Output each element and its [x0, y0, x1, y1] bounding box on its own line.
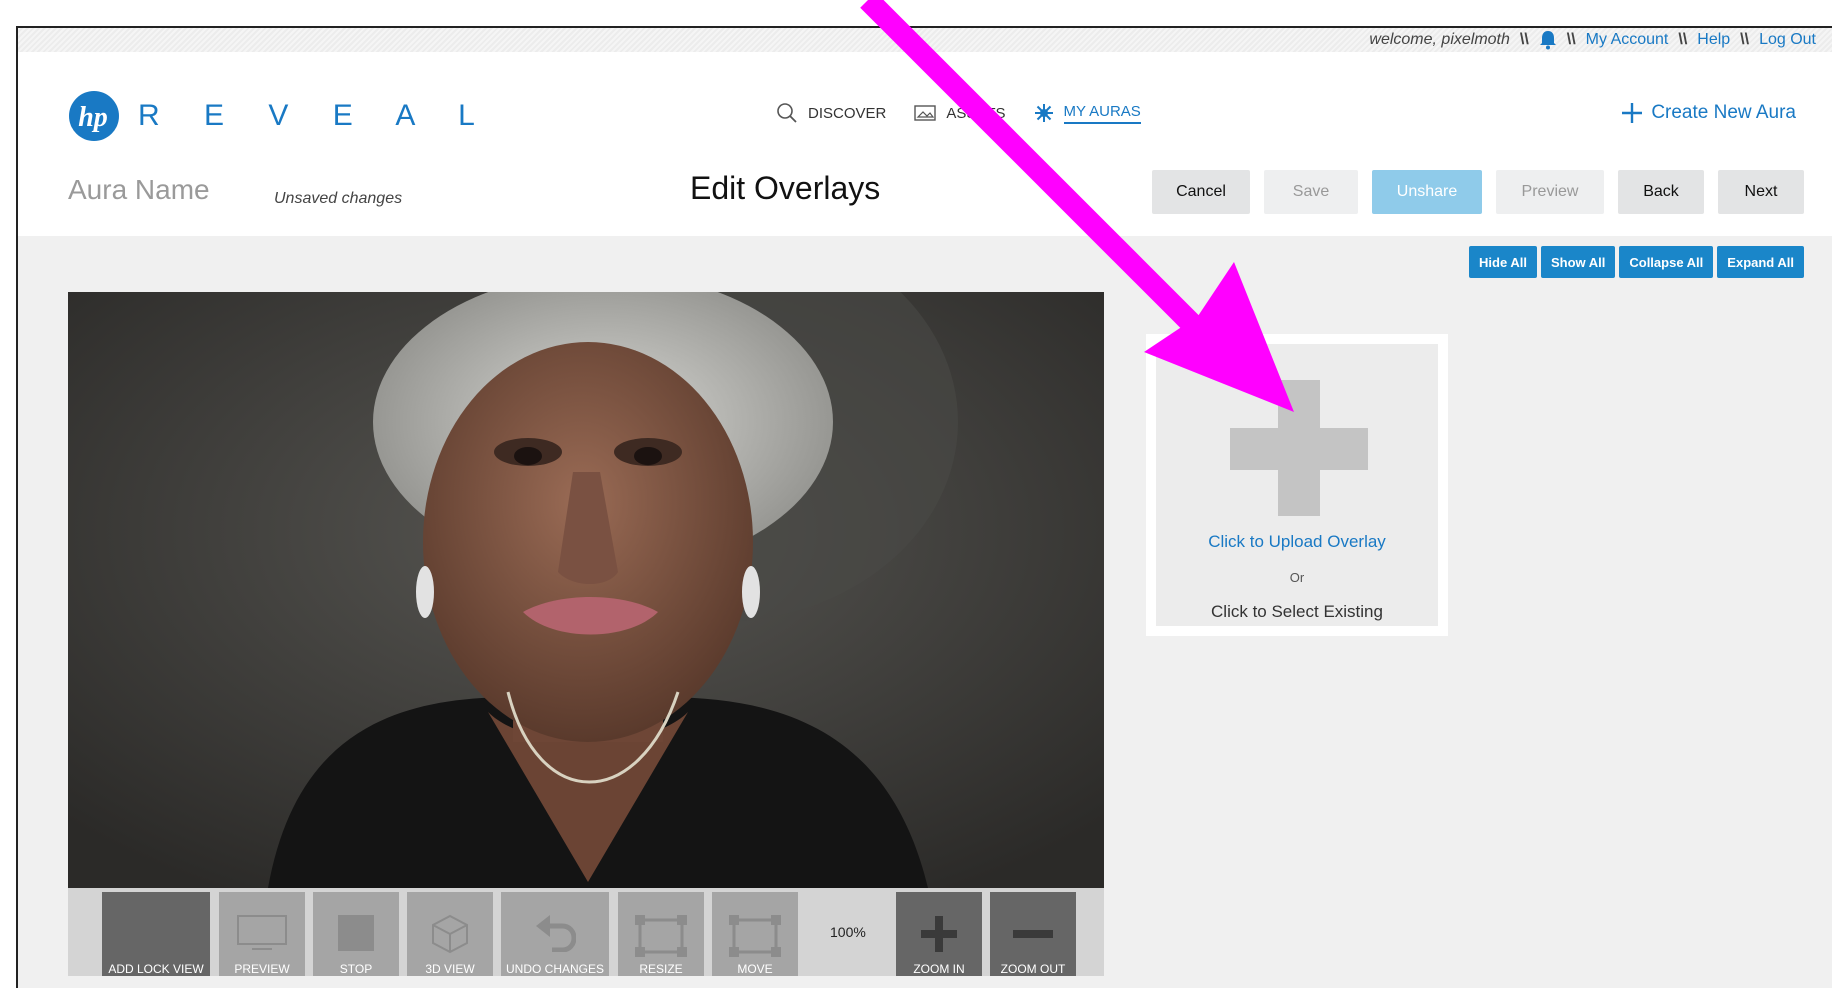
- bell-icon[interactable]: [1539, 30, 1557, 50]
- portrait-photo: [68, 292, 1104, 888]
- undo-changes-button[interactable]: UNDO CHANGES: [501, 892, 609, 976]
- undo-changes-label: UNDO CHANGES: [505, 962, 604, 976]
- back-button[interactable]: Back: [1618, 170, 1704, 214]
- toolbar-preview-label: PREVIEW: [234, 962, 290, 976]
- hp-reveal-logo[interactable]: hp R E V E A L: [68, 90, 493, 142]
- stop-icon: [338, 915, 374, 951]
- hp-logo-icon: hp: [69, 91, 119, 141]
- page-title: Edit Overlays: [690, 170, 881, 206]
- aura-burst-icon: [1034, 104, 1053, 122]
- zoom-in-label: ZOOM IN: [913, 962, 965, 976]
- nav-assets-label: ASSETS: [946, 104, 1006, 122]
- plus-icon: [1622, 103, 1643, 123]
- zoom-out-label: ZOOM OUT: [1000, 962, 1066, 976]
- nav-my-auras[interactable]: MY AURAS: [1034, 103, 1141, 124]
- app-window: welcome, pixelmoth \\ \\ My Account \\ H…: [16, 26, 1832, 988]
- canvas-toolbar: ADD LOCK VIEW PREVIEW STOP 3D VIEW UNDO …: [68, 888, 1104, 976]
- search-icon: [777, 103, 797, 123]
- cube-icon: [432, 914, 468, 954]
- add-lock-view-label: ADD LOCK VIEW: [108, 962, 204, 976]
- zoom-out-button[interactable]: ZOOM OUT: [990, 892, 1076, 976]
- trigger-image-canvas[interactable]: [68, 292, 1104, 888]
- zoom-out-icon: [1013, 930, 1053, 938]
- log-out-link[interactable]: Log Out: [1759, 31, 1816, 49]
- user-nav: welcome, pixelmoth \\ \\ My Account \\ H…: [1369, 28, 1816, 52]
- upload-overlay-link[interactable]: Click to Upload Overlay: [1156, 532, 1438, 552]
- nav-my-auras-label: MY AURAS: [1063, 103, 1141, 124]
- move-label: MOVE: [737, 962, 773, 976]
- my-account-link[interactable]: My Account: [1586, 31, 1669, 49]
- resize-label: RESIZE: [639, 962, 683, 976]
- save-button[interactable]: Save: [1264, 170, 1358, 214]
- upload-overlay-card[interactable]: Click to Upload Overlay Or Click to Sele…: [1146, 334, 1448, 636]
- 3d-view-label: 3D VIEW: [425, 962, 475, 976]
- nav-discover[interactable]: DISCOVER: [776, 102, 886, 124]
- stop-label: STOP: [339, 962, 373, 976]
- nav-discover-label: DISCOVER: [808, 104, 887, 122]
- move-button[interactable]: MOVE: [712, 892, 798, 976]
- upload-dropzone[interactable]: Click to Upload Overlay Or Click to Sele…: [1156, 344, 1438, 626]
- zoom-in-button[interactable]: ZOOM IN: [896, 892, 982, 976]
- expand-all-button[interactable]: Expand All: [1717, 246, 1804, 278]
- monitor-icon: [237, 915, 287, 950]
- create-new-aura-label: Create New Aura: [1651, 102, 1796, 123]
- nav-separator: \\: [1519, 31, 1529, 48]
- hide-all-button[interactable]: Hide All: [1469, 246, 1537, 278]
- create-new-aura-button[interactable]: Create New Aura: [1621, 102, 1796, 124]
- help-link[interactable]: Help: [1697, 31, 1730, 49]
- cancel-button[interactable]: Cancel: [1152, 170, 1250, 214]
- main-nav: DISCOVER ASSETS MY AURAS: [776, 102, 1141, 124]
- image-icon: [914, 105, 937, 121]
- preview-button[interactable]: Preview: [1496, 170, 1604, 214]
- show-all-button[interactable]: Show All: [1540, 246, 1616, 278]
- move-icon: [729, 915, 781, 957]
- collapse-all-button[interactable]: Collapse All: [1619, 246, 1714, 278]
- or-separator: Or: [1289, 570, 1305, 585]
- unshare-button[interactable]: Unshare: [1372, 170, 1482, 214]
- unsaved-status: Unsaved changes: [274, 190, 403, 207]
- overlay-view-controls: Hide All Show All Collapse All Expand Al…: [1469, 246, 1804, 278]
- brand-name: R E V E A L: [138, 99, 493, 132]
- resize-button[interactable]: RESIZE: [618, 892, 704, 976]
- nav-separator: \\: [1566, 31, 1576, 48]
- 3d-view-button[interactable]: 3D VIEW: [407, 892, 493, 976]
- header: hp R E V E A L DISCOVER ASSETS MY AURAS …: [18, 52, 1832, 160]
- svg-text:hp: hp: [78, 102, 108, 133]
- editor-workspace: Hide All Show All Collapse All Expand Al…: [18, 236, 1832, 988]
- nav-assets[interactable]: ASSETS: [914, 104, 1006, 122]
- aura-name[interactable]: Aura Name: [68, 174, 210, 206]
- nav-separator: \\: [1678, 31, 1688, 48]
- zoom-level: 100%: [830, 924, 866, 940]
- welcome-text: welcome, pixelmoth: [1369, 31, 1510, 48]
- next-button[interactable]: Next: [1718, 170, 1804, 214]
- select-existing-link[interactable]: Click to Select Existing: [1156, 602, 1438, 622]
- action-buttons: Cancel Save Unshare Preview Back Next: [1152, 170, 1804, 214]
- zoom-in-icon: [921, 916, 957, 952]
- toolbar-preview-button[interactable]: PREVIEW: [219, 892, 305, 976]
- undo-icon: [536, 915, 576, 952]
- nav-separator: \\: [1740, 31, 1750, 48]
- large-plus-icon-bar: [1230, 428, 1368, 470]
- title-bar: Aura Name Unsaved changes Edit Overlays …: [18, 160, 1832, 236]
- stop-button[interactable]: STOP: [313, 892, 399, 976]
- add-lock-view-button[interactable]: ADD LOCK VIEW: [102, 892, 210, 976]
- resize-icon: [635, 915, 687, 957]
